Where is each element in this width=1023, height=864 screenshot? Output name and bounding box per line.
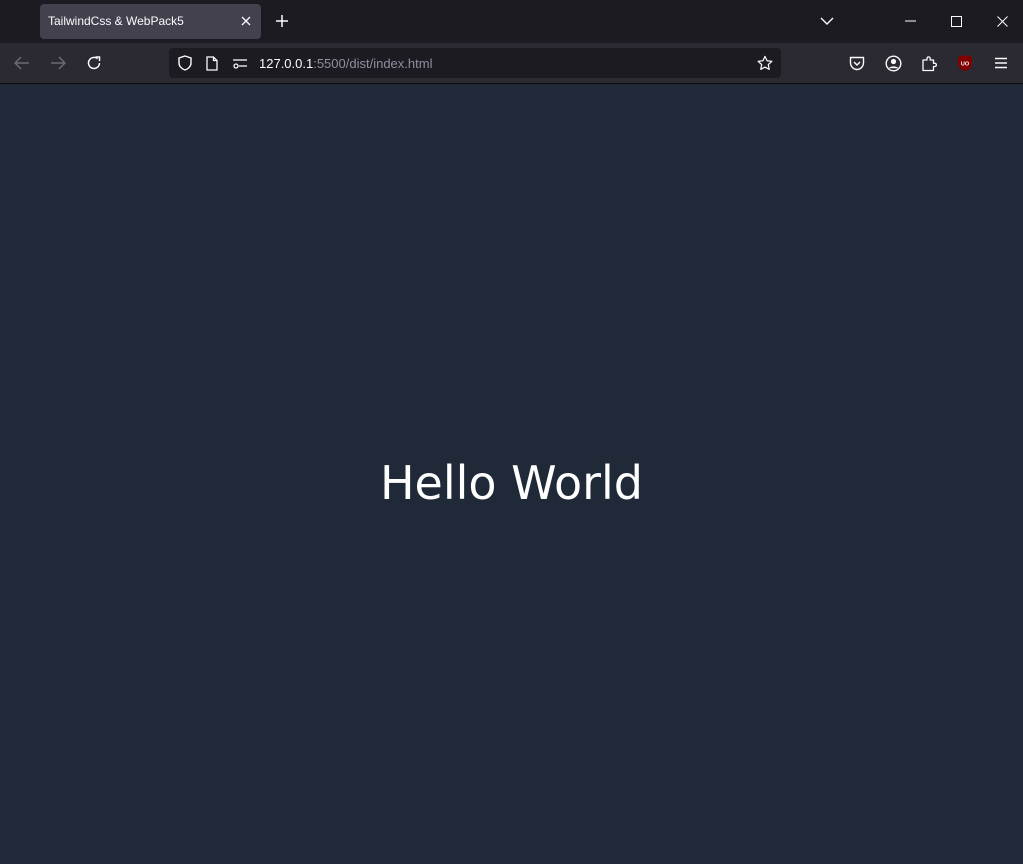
tracking-protection-shield-icon[interactable] [177, 55, 193, 71]
extensions-puzzle-icon[interactable] [919, 53, 939, 73]
tab-title: TailwindCss & WebPack5 [48, 14, 184, 28]
tab-active[interactable]: TailwindCss & WebPack5 [40, 4, 261, 39]
forward-arrow-right-icon[interactable] [46, 51, 70, 75]
tab-close-icon[interactable] [237, 12, 255, 30]
maximize-icon[interactable] [933, 0, 979, 42]
back-arrow-left-icon[interactable] [10, 51, 34, 75]
account-icon[interactable] [883, 53, 903, 73]
url-path: :5500/dist/index.html [313, 56, 433, 71]
ublock-origin-icon[interactable]: UO [955, 53, 975, 73]
new-tab-plus-icon[interactable] [272, 11, 292, 31]
reload-icon[interactable] [82, 51, 106, 75]
page-heading: Hello World [379, 456, 644, 510]
navigation-toolbar: 127.0.0.1:5500/dist/index.html UO [0, 43, 1023, 84]
tab-list-chevron-down-icon[interactable] [804, 0, 850, 42]
page-info-icon[interactable] [204, 55, 220, 71]
page-content: Hello World [0, 84, 1023, 864]
url-bar[interactable]: 127.0.0.1:5500/dist/index.html [169, 48, 781, 78]
ublock-badge-text: UO [961, 62, 970, 68]
hamburger-menu-icon[interactable] [991, 53, 1011, 73]
title-bar: TailwindCss & WebPack5 [0, 0, 1023, 43]
url-text[interactable]: 127.0.0.1:5500/dist/index.html [259, 56, 432, 71]
minimize-icon[interactable] [887, 0, 933, 42]
bookmark-star-icon[interactable] [757, 55, 773, 71]
close-window-icon[interactable] [979, 0, 1023, 42]
pocket-icon[interactable] [847, 53, 867, 73]
permissions-icon[interactable] [232, 55, 248, 71]
url-host: 127.0.0.1 [259, 56, 314, 71]
